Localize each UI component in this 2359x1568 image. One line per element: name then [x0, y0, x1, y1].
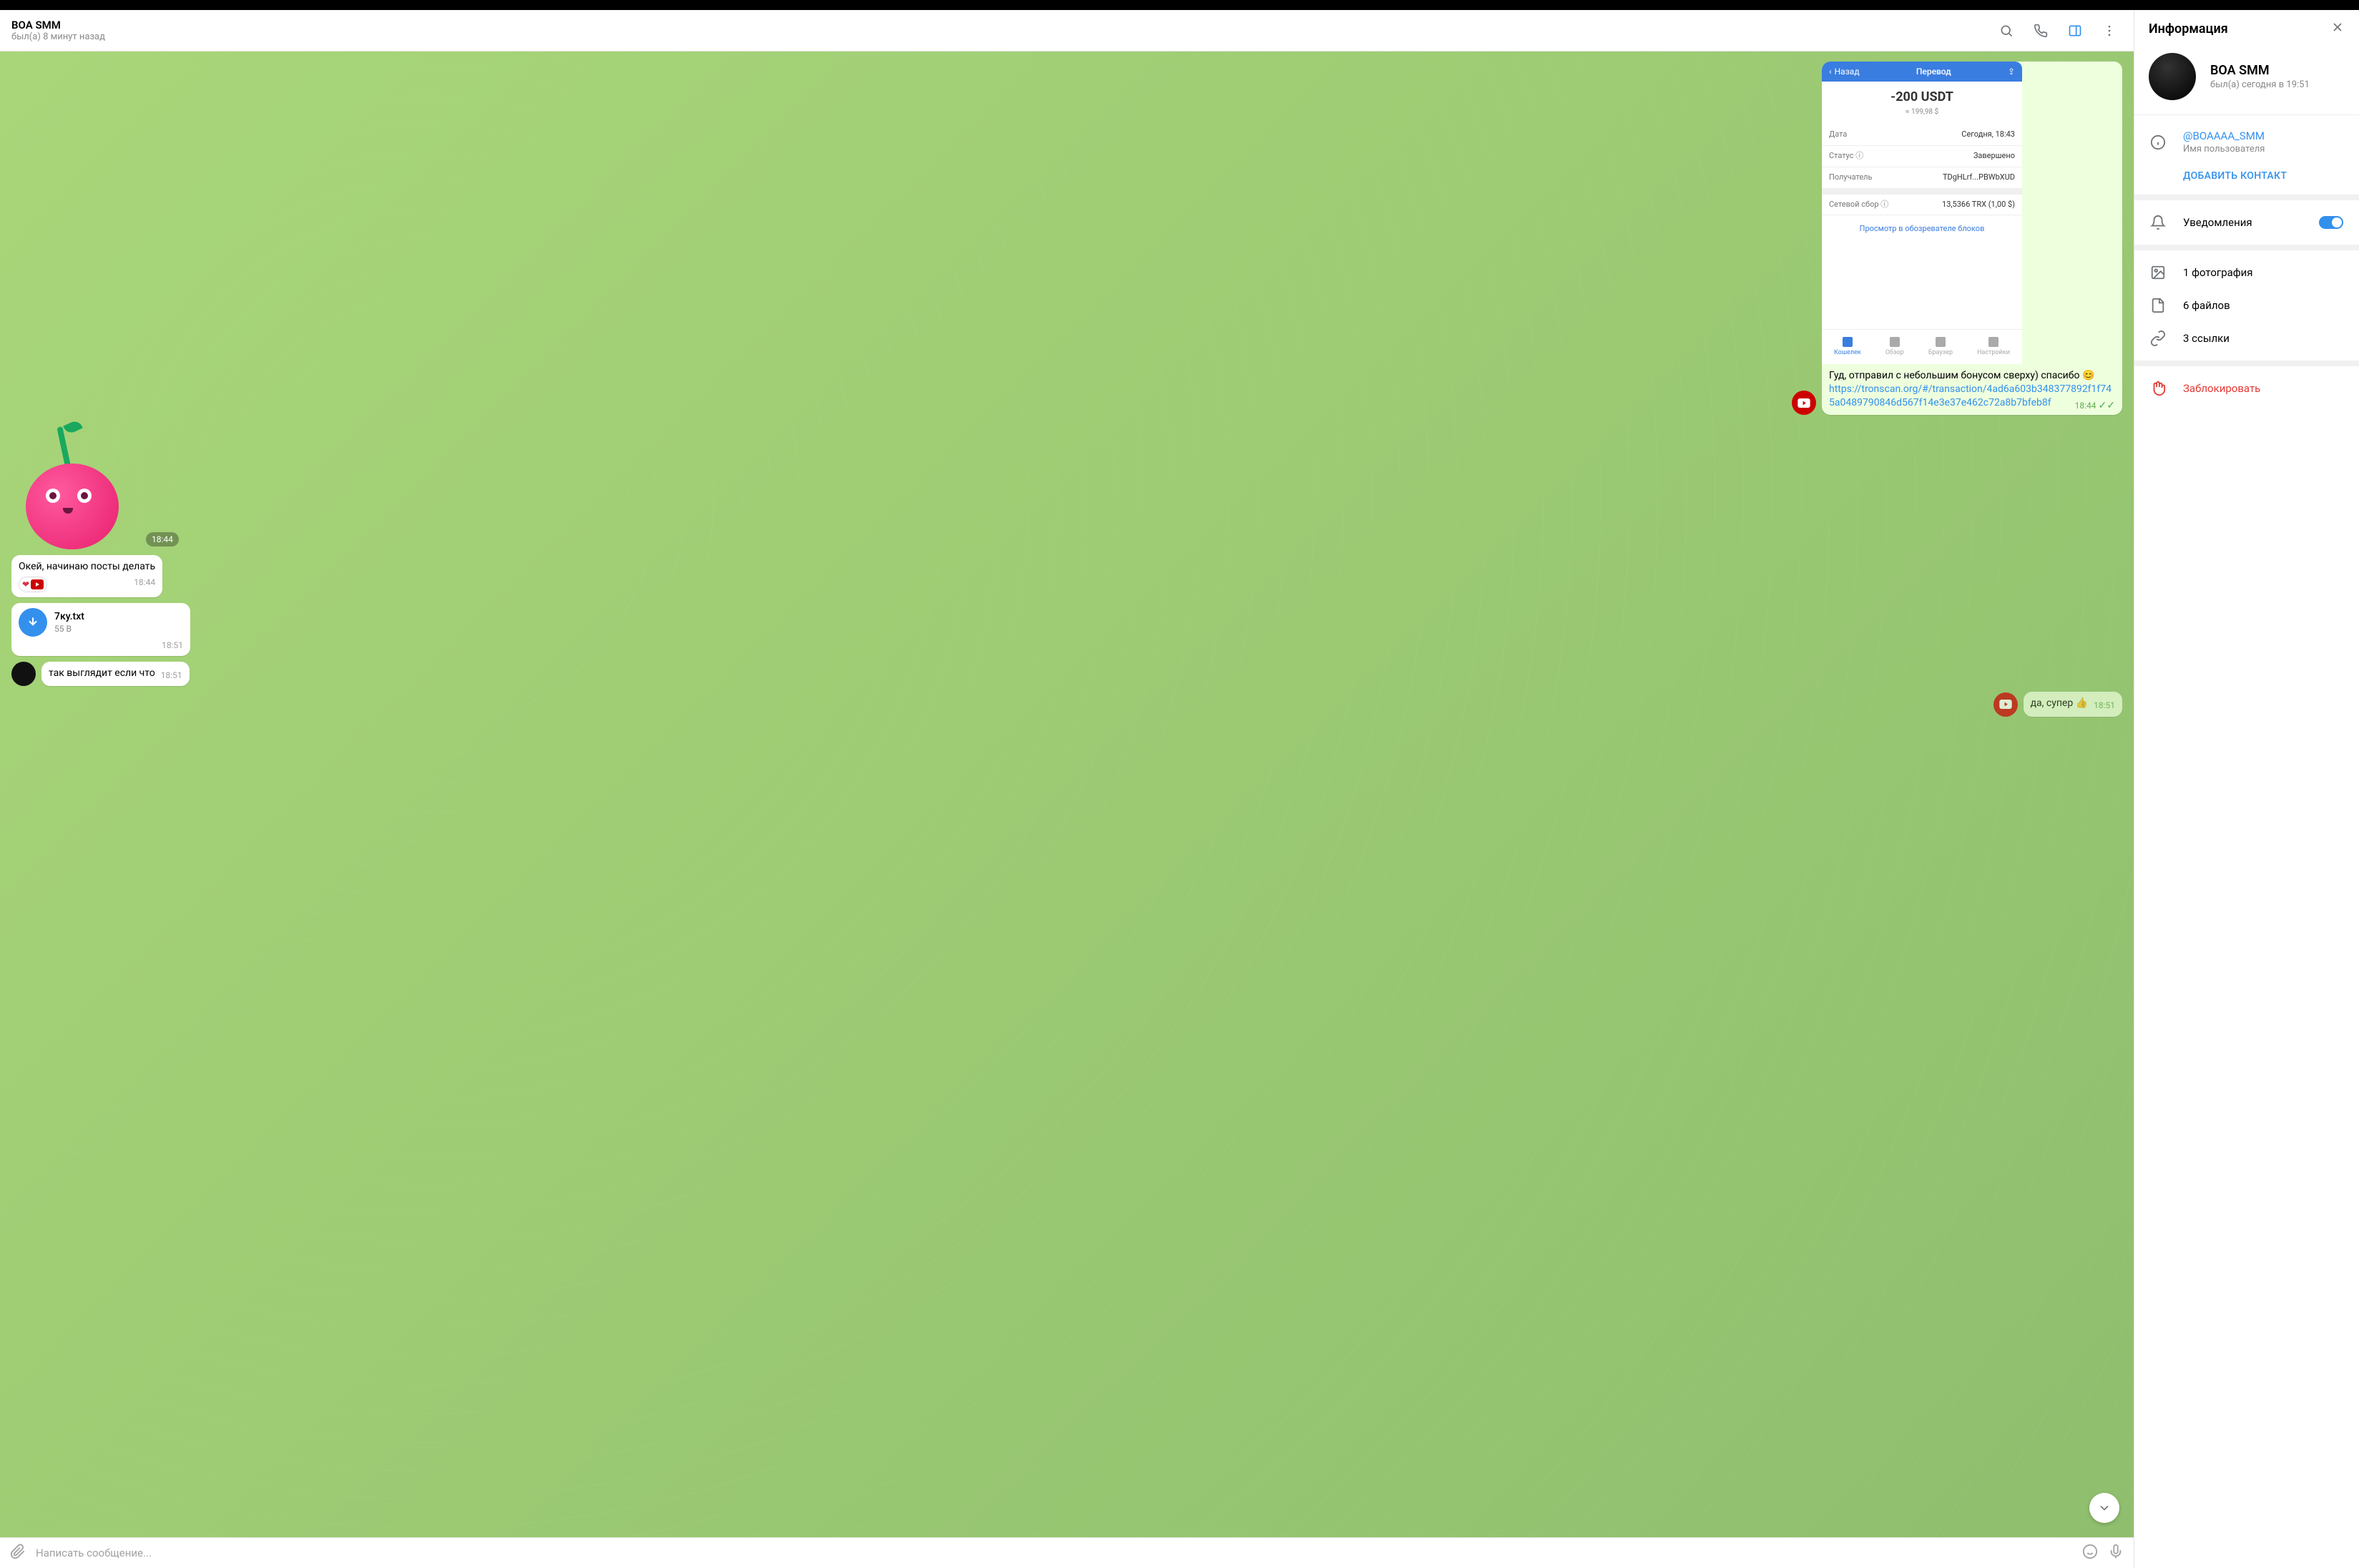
notifications-toggle[interactable]	[2319, 216, 2343, 229]
contact-name: BOA SMM	[11, 19, 1993, 31]
more-icon[interactable]	[2096, 18, 2122, 44]
file-name: 7ку.txt	[54, 610, 183, 624]
voice-icon[interactable]	[2108, 1544, 2124, 1562]
scroll-down-button[interactable]	[2089, 1493, 2119, 1523]
username-value: @BOAAAA_SMM	[2183, 129, 2265, 142]
tx-tab: Обзор	[1885, 337, 1904, 357]
call-icon[interactable]	[2028, 18, 2054, 44]
message-link[interactable]: https://tronscan.org/#/transaction/4ad6a…	[1829, 383, 2112, 408]
links-row[interactable]: 3 ссылки	[2134, 322, 2359, 355]
bell-icon	[2150, 215, 2166, 230]
photos-label: 1 фотография	[2183, 266, 2343, 279]
avatar[interactable]	[1792, 391, 1816, 415]
chat-header: BOA SMM был(а) 8 минут назад	[0, 10, 2134, 52]
tx-share-icon: ⇪	[2008, 66, 2015, 77]
message-text: да, супер 👍	[2031, 697, 2089, 709]
message-time: 18:51	[162, 640, 183, 651]
message-time: 18:51	[2094, 700, 2115, 711]
profile-name: BOA SMM	[2210, 63, 2310, 78]
file-message[interactable]: 7ку.txt 55 B 18:51	[11, 603, 190, 656]
hand-icon	[2150, 381, 2166, 396]
info-title: Информация	[2149, 21, 2228, 36]
file-icon	[2150, 298, 2166, 313]
tx-nav-title: Перевод	[1916, 66, 1951, 77]
tx-amount: -200 USDT	[1822, 82, 2022, 107]
message-text: так выглядит если что	[49, 667, 155, 679]
tx-sub: ≈ 199,98 $	[1822, 107, 2022, 124]
reaction[interactable]: ❤	[19, 577, 47, 592]
tx-tab: Браузер	[1928, 337, 1953, 357]
username-row[interactable]: @BOAAAA_SMM Имя пользователя	[2134, 121, 2359, 163]
message-time: 18:44	[2075, 400, 2096, 411]
avatar[interactable]	[1993, 692, 2018, 717]
attached-screenshot[interactable]: ‹ Назад Перевод ⇪ -200 USDT ≈ 199,98 $ Д…	[1822, 62, 2022, 364]
tx-nav-back: ‹ Назад	[1829, 66, 1860, 77]
profile-avatar[interactable]	[2149, 53, 2196, 100]
tx-tab: Настройки	[1977, 337, 2010, 357]
links-label: 3 ссылки	[2183, 332, 2343, 345]
info-icon	[2150, 134, 2166, 150]
info-panel: Информация BOA SMM был(а) сегодня в 19:5…	[2134, 10, 2359, 1568]
tx-row: ПолучательTDgHLrf...PBWbXUD	[1822, 167, 2022, 189]
photos-row[interactable]: 1 фотография	[2134, 256, 2359, 289]
image-icon	[2150, 265, 2166, 280]
chat-header-title[interactable]: BOA SMM был(а) 8 минут назад	[11, 19, 1993, 42]
tx-tab: Кошелек	[1834, 337, 1861, 357]
profile-block[interactable]: BOA SMM был(а) сегодня в 19:51	[2134, 47, 2359, 114]
files-row[interactable]: 6 файлов	[2134, 289, 2359, 322]
sidebar-toggle-icon[interactable]	[2062, 18, 2088, 44]
files-label: 6 файлов	[2183, 299, 2343, 312]
message-text: Окей, начинаю посты делать	[19, 560, 155, 574]
file-download-icon[interactable]	[19, 608, 47, 637]
profile-status: был(а) сегодня в 19:51	[2210, 79, 2310, 90]
message-text: Гуд, отправил с небольшим бонусом сверху…	[1829, 370, 2094, 381]
message-outgoing[interactable]: да, супер 👍 18:51	[2024, 692, 2122, 716]
block-row[interactable]: Заблокировать	[2134, 372, 2359, 405]
notifications-label: Уведомления	[2183, 216, 2302, 229]
message-incoming[interactable]: Окей, начинаю посты делать ❤ 18:44	[11, 555, 162, 597]
message-time: 18:51	[161, 670, 182, 681]
tx-row: ДатаСегодня, 18:43	[1822, 124, 2022, 146]
block-label: Заблокировать	[2183, 382, 2343, 395]
search-icon[interactable]	[1993, 18, 2019, 44]
message-outgoing[interactable]: ‹ Назад Перевод ⇪ -200 USDT ≈ 199,98 $ Д…	[1822, 62, 2122, 415]
tx-row-fee: Сетевой сбор ⓘ13,5366 TRX (1,00 $)	[1822, 195, 2022, 216]
tx-explorer-link: Просмотр в обозревателе блоков	[1822, 215, 2022, 243]
cherry-sticker[interactable]	[11, 421, 140, 549]
contact-status: был(а) 8 минут назад	[11, 31, 1993, 42]
composer: Написать сообщение...	[0, 1537, 2134, 1568]
message-incoming[interactable]: так выглядит если что 18:51	[41, 662, 190, 686]
avatar[interactable]	[11, 662, 36, 686]
emoji-icon[interactable]	[2082, 1544, 2098, 1562]
read-check-icon: ✓✓	[2099, 399, 2115, 413]
message-input[interactable]: Написать сообщение...	[36, 1547, 2072, 1559]
username-label: Имя пользователя	[2183, 144, 2265, 155]
messages-area: ‹ Назад Перевод ⇪ -200 USDT ≈ 199,98 $ Д…	[0, 52, 2134, 1537]
close-icon[interactable]	[2330, 20, 2345, 37]
sticker-time: 18:44	[146, 532, 179, 547]
attach-icon[interactable]	[10, 1544, 26, 1562]
link-icon	[2150, 330, 2166, 346]
add-contact-button[interactable]: ДОБАВИТЬ КОНТАКТ	[2134, 163, 2359, 189]
notifications-row[interactable]: Уведомления	[2134, 206, 2359, 239]
file-size: 55 B	[54, 623, 183, 634]
message-time: 18:44	[134, 577, 155, 588]
tx-row: Статус ⓘЗавершено	[1822, 146, 2022, 167]
